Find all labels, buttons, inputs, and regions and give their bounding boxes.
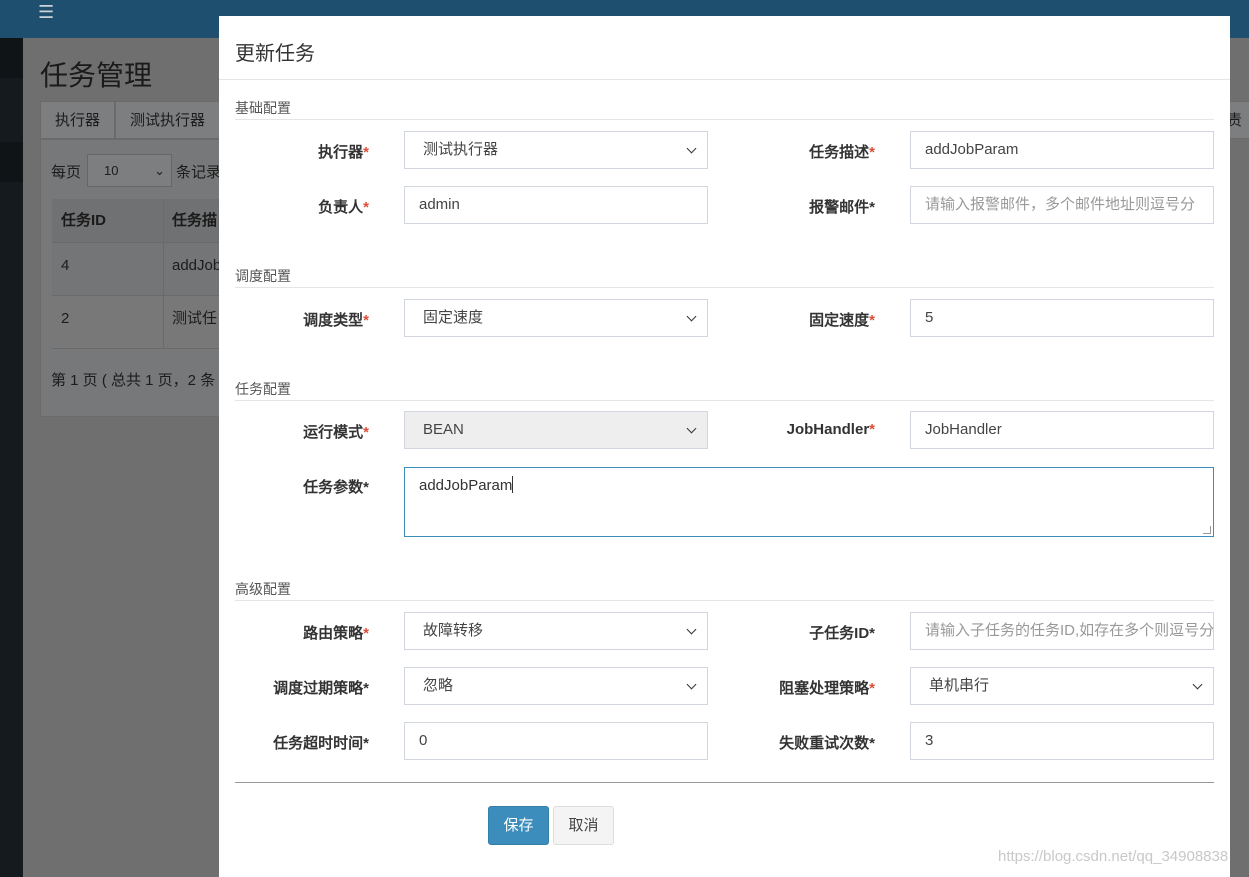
watermark: https://blog.csdn.net/qq_34908838 bbox=[998, 848, 1229, 865]
required-mark: * bbox=[363, 424, 369, 441]
per-page-select[interactable]: 10 ⌄ bbox=[87, 154, 172, 187]
schedule-type-label: 调度类型* bbox=[303, 312, 369, 329]
executor-label: 执行器* bbox=[318, 144, 369, 161]
tab-executor[interactable]: 执行器 bbox=[40, 101, 116, 139]
executor-tabs: 执行器 测试执行器 bbox=[40, 101, 221, 139]
route-strategy-value: 故障转移 bbox=[423, 622, 484, 639]
job-param-text: addJobParam bbox=[419, 477, 513, 494]
timeout-input[interactable]: 0 bbox=[404, 722, 708, 760]
section-schedule-label: 调度配置 bbox=[235, 268, 291, 284]
section-divider bbox=[235, 600, 1214, 601]
job-handler-label: JobHandler* bbox=[786, 421, 875, 438]
chevron-down-icon bbox=[686, 679, 697, 690]
tab-test-executor[interactable]: 测试执行器 bbox=[115, 101, 221, 139]
section-divider bbox=[235, 119, 1214, 120]
per-page-value: 10 bbox=[104, 163, 119, 178]
block-strategy-label: 阻塞处理策略* bbox=[779, 680, 875, 697]
cancel-button[interactable]: 取消 bbox=[553, 806, 614, 845]
chevron-down-icon bbox=[686, 311, 697, 322]
required-mark: * bbox=[869, 312, 875, 329]
misfire-strategy-value: 忽略 bbox=[423, 677, 454, 694]
child-job-id-input[interactable]: 请输入子任务的任务ID,如存在多个则逗号分 bbox=[910, 612, 1214, 650]
resize-grip-icon[interactable] bbox=[1203, 526, 1211, 534]
text-caret bbox=[512, 476, 514, 493]
executor-select[interactable]: 测试执行器 bbox=[404, 131, 708, 169]
table-cell-id: 4 bbox=[52, 243, 164, 295]
fixed-rate-input[interactable]: 5 bbox=[910, 299, 1214, 337]
pagination-info: 第 1 页 ( 总共 1 页，2 条 bbox=[51, 372, 216, 389]
section-task-label: 任务配置 bbox=[235, 381, 291, 397]
chevron-down-icon: ⌄ bbox=[154, 163, 165, 178]
column-header-job-id[interactable]: 任务ID bbox=[52, 199, 164, 242]
glue-type-value: BEAN bbox=[423, 421, 464, 438]
chevron-down-icon bbox=[686, 423, 697, 434]
section-divider bbox=[235, 400, 1214, 401]
block-strategy-select[interactable]: 单机串行 bbox=[910, 667, 1214, 705]
alarm-email-label: 报警邮件* bbox=[809, 199, 875, 216]
author-label: 负责人* bbox=[318, 199, 369, 216]
required-mark: * bbox=[363, 625, 369, 642]
modal-title: 更新任务 bbox=[235, 43, 315, 65]
misfire-strategy-select[interactable]: 忽略 bbox=[404, 667, 708, 705]
modal-header: 更新任务 bbox=[219, 16, 1230, 80]
table-row[interactable]: 2 测试任 bbox=[52, 296, 230, 349]
required-mark: * bbox=[363, 144, 369, 161]
block-strategy-value: 单机串行 bbox=[929, 677, 990, 694]
schedule-type-value: 固定速度 bbox=[423, 309, 484, 326]
required-mark: * bbox=[869, 680, 875, 697]
required-mark: * bbox=[869, 144, 875, 161]
route-strategy-select[interactable]: 故障转移 bbox=[404, 612, 708, 650]
sidebar-rail-block bbox=[0, 142, 23, 182]
section-divider bbox=[235, 287, 1214, 288]
glue-type-label: 运行模式* bbox=[303, 424, 369, 441]
per-page-label: 每页 bbox=[51, 164, 82, 181]
child-job-id-label: 子任务ID* bbox=[809, 625, 875, 642]
menu-toggle-icon[interactable]: ☰ bbox=[38, 2, 54, 23]
fail-retry-input[interactable]: 3 bbox=[910, 722, 1214, 760]
timeout-label: 任务超时时间* bbox=[273, 735, 369, 752]
job-handler-input[interactable]: JobHandler bbox=[910, 411, 1214, 449]
table-row[interactable]: 4 addJob bbox=[52, 243, 230, 296]
table-header-row: 任务ID 任务描 bbox=[52, 199, 230, 243]
fail-retry-label: 失败重试次数* bbox=[779, 735, 875, 752]
misfire-strategy-label: 调度过期策略* bbox=[273, 680, 369, 697]
required-mark: * bbox=[363, 199, 369, 216]
page-title: 任务管理 bbox=[40, 60, 153, 91]
section-basic-label: 基础配置 bbox=[235, 100, 291, 116]
alarm-email-input[interactable]: 请输入报警邮件，多个邮件地址则逗号分 bbox=[910, 186, 1214, 224]
footer-divider bbox=[235, 782, 1214, 783]
records-label: 条记录 bbox=[176, 164, 222, 181]
job-desc-input[interactable]: addJobParam bbox=[910, 131, 1214, 169]
route-strategy-label: 路由策略* bbox=[303, 625, 369, 642]
schedule-type-select[interactable]: 固定速度 bbox=[404, 299, 708, 337]
sidebar-rail-block bbox=[0, 38, 23, 78]
section-advanced-label: 高级配置 bbox=[235, 581, 291, 597]
table-cell-id: 2 bbox=[52, 296, 164, 348]
chevron-down-icon bbox=[686, 624, 697, 635]
job-desc-label: 任务描述* bbox=[809, 144, 875, 161]
required-mark: * bbox=[869, 421, 875, 438]
chevron-down-icon bbox=[686, 143, 697, 154]
sidebar-rail bbox=[0, 38, 23, 877]
glue-type-select[interactable]: BEAN bbox=[404, 411, 708, 449]
job-param-textarea[interactable]: addJobParam bbox=[404, 467, 1214, 537]
author-input[interactable]: admin bbox=[404, 186, 708, 224]
job-param-label: 任务参数* bbox=[303, 479, 369, 496]
save-button[interactable]: 保存 bbox=[488, 806, 549, 845]
fixed-rate-label: 固定速度* bbox=[809, 312, 875, 329]
chevron-down-icon bbox=[1192, 679, 1203, 690]
executor-value: 测试执行器 bbox=[423, 141, 499, 158]
update-job-modal: 更新任务 基础配置 执行器* 测试执行器 任务描述* addJobParam 负… bbox=[219, 16, 1230, 877]
required-mark: * bbox=[363, 312, 369, 329]
